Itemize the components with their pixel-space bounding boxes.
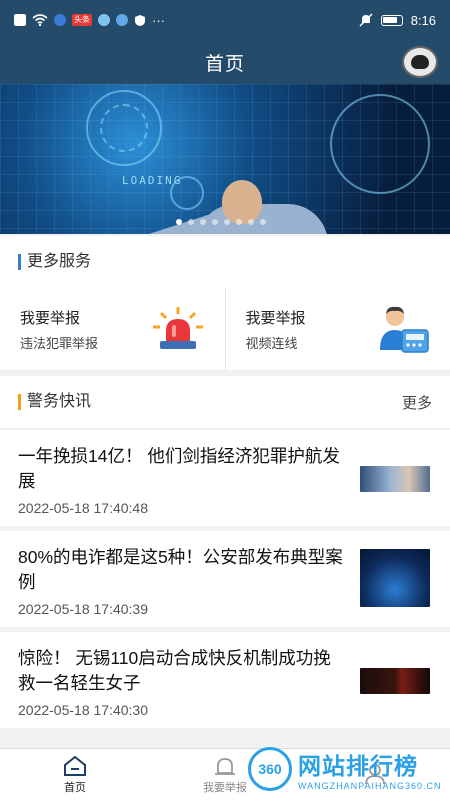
news-app-badge: 头条 <box>72 14 92 26</box>
banner-loading-text: LOADING <box>122 174 183 187</box>
more-news-link[interactable]: 更多 <box>402 392 432 413</box>
news-date: 2022-05-18 17:40:48 <box>18 500 148 516</box>
status-bar: 头条 ··· 8:16 <box>0 0 450 40</box>
watermark: 360 网站排行榜 WANGZHANPAIHANG360.CN <box>248 738 448 800</box>
shield-icon <box>135 14 145 26</box>
hologram-ring-inner <box>100 104 148 152</box>
news-thumbnail <box>360 668 430 694</box>
officer-head <box>222 180 262 224</box>
avatar-icon <box>411 55 429 69</box>
vpn-icon <box>54 14 66 26</box>
carousel-dot[interactable] <box>236 219 242 225</box>
services-heading: 更多服务 <box>18 254 91 270</box>
mute-bell-icon <box>359 13 373 27</box>
services-section-header: 更多服务 <box>0 236 450 288</box>
more-notifications: ··· <box>152 12 165 28</box>
service-title: 我要举报 <box>245 309 306 327</box>
watermark-360-badge: 360 <box>248 747 292 791</box>
services-grid: 我要举报 违法犯罪举报 我要举报 视频连线 <box>0 288 450 370</box>
carousel-dot[interactable] <box>176 219 182 225</box>
service-text: 我要举报 视频连线 <box>246 307 306 352</box>
carousel-dot[interactable] <box>260 219 266 225</box>
news-title: 80%的电诈都是这5种！公安部发布典型案例 <box>18 547 343 592</box>
status-icons-right: 8:16 <box>359 13 436 28</box>
watermark-url: WANGZHANPAIHANG360.CN <box>298 781 442 791</box>
cloud-icon <box>98 14 110 26</box>
news-list-item[interactable]: 惊险！ 无锡110启动合成快反机制成功挽救一名轻生女子 2022-05-18 1… <box>0 632 450 728</box>
carousel-dot[interactable] <box>248 219 254 225</box>
carousel-dot[interactable] <box>224 219 230 225</box>
video-report-card[interactable]: 我要举报 视频连线 <box>224 288 450 370</box>
service-title: 我要举报 <box>20 309 81 327</box>
status-icons-left: 头条 ··· <box>14 13 165 28</box>
news-title: 惊险！ 无锡110启动合成快反机制成功挽救一名轻生女子 <box>18 648 331 693</box>
carousel-indicator <box>176 219 266 225</box>
news-section-header: 警务快讯 更多 <box>0 376 450 428</box>
watermark-text: 网站排行榜 WANGZHANPAIHANG360.CN <box>298 747 442 791</box>
carousel-dot[interactable] <box>188 219 194 225</box>
wifi-icon <box>32 14 48 26</box>
news-thumbnail <box>360 466 430 492</box>
carousel-dot[interactable] <box>212 219 218 225</box>
user-avatar[interactable] <box>402 46 438 78</box>
service-subtitle: 违法犯罪举报 <box>20 335 99 351</box>
notification-icon <box>14 14 26 26</box>
service-subtitle: 视频连线 <box>245 335 298 351</box>
news-thumbnail <box>360 549 430 607</box>
alarm-siren-icon <box>152 307 203 349</box>
news-date: 2022-05-18 17:40:30 <box>18 702 148 718</box>
news-list-item[interactable]: 一年挽损14亿！ 他们剑指经济犯罪护航发展 2022-05-18 17:40:4… <box>0 430 450 526</box>
banner-carousel[interactable]: LOADING <box>0 84 450 234</box>
video-call-operator-icon <box>380 306 429 353</box>
alarm-icon <box>215 757 235 775</box>
news-title: 一年挽损14亿！ 他们剑指经济犯罪护航发展 <box>18 446 340 491</box>
page-title: 首页 <box>204 53 245 75</box>
news-heading: 警务快讯 <box>18 394 91 410</box>
status-time: 8:16 <box>410 12 436 28</box>
weather-icon <box>116 14 128 26</box>
watermark-title: 网站排行榜 <box>298 753 418 779</box>
app-header: 首页 <box>0 40 450 84</box>
nav-home[interactable]: 首页 <box>0 749 150 800</box>
battery-icon <box>380 14 403 26</box>
news-list-item[interactable]: 80%的电诈都是这5种！公安部发布典型案例 2022-05-18 17:40:3… <box>0 531 450 627</box>
home-icon <box>64 755 86 776</box>
hologram-ring <box>330 94 430 194</box>
nav-report-label: 我要举报 <box>203 781 247 794</box>
nav-home-label: 首页 <box>64 781 86 794</box>
report-crime-card[interactable]: 我要举报 违法犯罪举报 <box>0 288 225 370</box>
service-text: 我要举报 违法犯罪举报 <box>20 307 98 352</box>
carousel-dot[interactable] <box>200 219 206 225</box>
